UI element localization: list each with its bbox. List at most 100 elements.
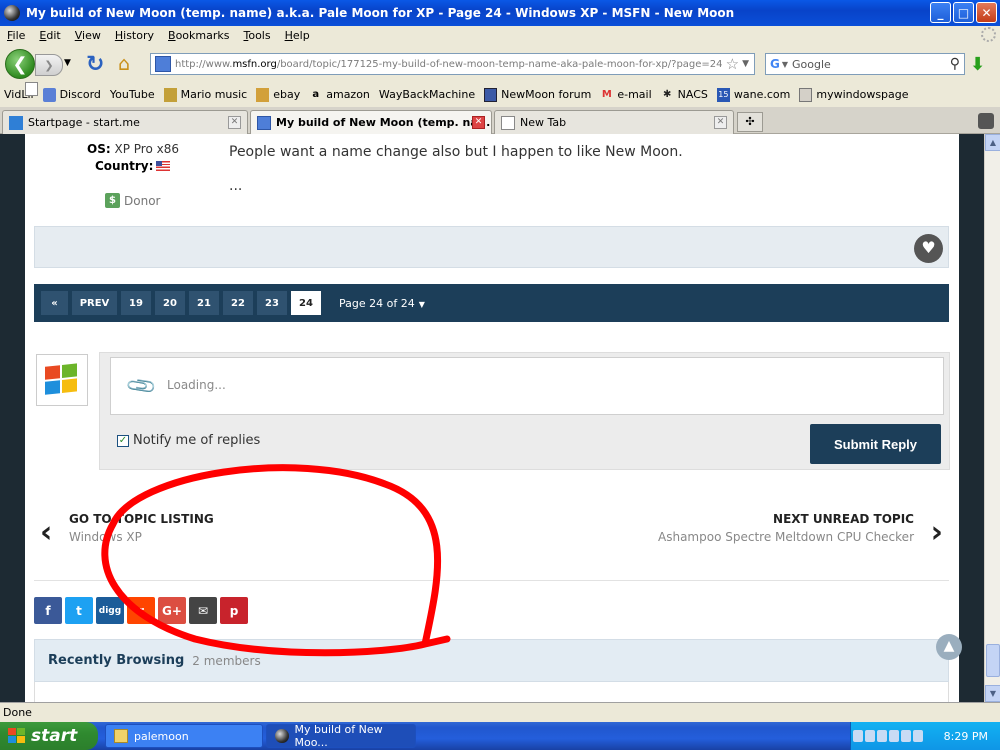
menu-file[interactable]: File	[0, 29, 32, 42]
throbber-icon	[981, 27, 996, 42]
forum-page: OS: XP Pro x86 Country: $ Donor People w…	[25, 134, 962, 702]
menu-edit[interactable]: Edit	[32, 29, 67, 42]
clock[interactable]: 8:29 PM	[944, 730, 988, 743]
googleplus-share-button[interactable]: G+	[158, 597, 186, 624]
bookmark-discord[interactable]: Discord	[42, 87, 101, 102]
tray-icon[interactable]	[889, 730, 899, 742]
pinterest-share-button[interactable]: p	[220, 597, 248, 624]
first-page-button[interactable]: «	[41, 291, 68, 315]
menu-help[interactable]: Help	[278, 29, 317, 42]
reload-icon[interactable]: ↻	[86, 52, 104, 77]
bookmark-amazon[interactable]: a amazon	[309, 88, 370, 102]
notify-checkbox[interactable]: ✓	[117, 434, 129, 447]
close-tab-icon[interactable]: ✕	[472, 116, 485, 129]
bookmark-waybackmachine[interactable]: WayBackMachine	[25, 82, 475, 101]
search-icon[interactable]: ⚲	[950, 56, 960, 72]
close-tab-icon[interactable]: ✕	[714, 116, 727, 129]
engine-dropdown-icon[interactable]: ▼	[782, 60, 788, 69]
like-heart-icon[interactable]: ♥	[914, 234, 943, 263]
go-to-topic-listing-link[interactable]: GO TO TOPIC LISTING Windows XP	[69, 512, 214, 544]
tray-icon[interactable]	[865, 730, 875, 742]
dollar-icon: $	[105, 193, 120, 208]
twitter-share-button[interactable]: t	[65, 597, 93, 624]
menu-bookmarks[interactable]: Bookmarks	[161, 29, 236, 42]
page-22-button[interactable]: 22	[223, 291, 253, 315]
close-window-button[interactable]: ✕	[976, 2, 997, 23]
bookmark-wane[interactable]: 15 wane.com	[716, 87, 790, 102]
search-engine-icon[interactable]: G	[770, 57, 780, 71]
page-23-button[interactable]: 23	[257, 291, 287, 315]
recently-browsing-header: Recently Browsing 2 members	[34, 639, 949, 682]
post-ellipsis: ...	[229, 178, 243, 194]
bookmark-mywindowspage[interactable]: mywindowspage	[799, 87, 909, 102]
forward-button[interactable]: ❯	[35, 54, 63, 76]
site-identity-icon[interactable]	[155, 56, 171, 72]
minimize-button[interactable]: _	[930, 2, 951, 23]
scroll-to-top-icon[interactable]: ▲	[936, 634, 962, 660]
notify-checkbox-row[interactable]: ✓ Notify me of replies	[117, 433, 260, 448]
menu-history[interactable]: History	[108, 29, 161, 42]
tab-startpage[interactable]: Startpage - start.me ✕	[2, 110, 248, 134]
search-bar[interactable]: G ▼ Google ⚲	[765, 53, 965, 75]
home-icon[interactable]: ⌂	[118, 53, 130, 75]
tab-list-icon[interactable]	[978, 113, 994, 129]
download-icon[interactable]: ⬇	[970, 54, 985, 75]
scroll-down-button[interactable]: ▼	[985, 685, 1000, 702]
page-21-button[interactable]: 21	[189, 291, 219, 315]
new-tab-button[interactable]: ✣	[737, 112, 763, 132]
wifi-signal-icon[interactable]	[913, 730, 923, 742]
submit-reply-button[interactable]: Submit Reply	[810, 424, 941, 464]
tray-icon[interactable]	[877, 730, 887, 742]
chevron-right-icon[interactable]: ›	[931, 515, 943, 550]
bookmark-ebay[interactable]: ebay	[256, 87, 300, 102]
avatar[interactable]	[36, 354, 88, 406]
search-input[interactable]: Google	[792, 58, 950, 71]
taskbar-item-palemoon[interactable]: palemoon	[105, 724, 263, 748]
url-dropdown-icon[interactable]: ▼	[742, 59, 749, 69]
taskbar-item-browser[interactable]: My build of New Moo...	[266, 723, 416, 749]
tray-icon[interactable]	[901, 730, 911, 742]
paperclip-icon[interactable]: 📎	[124, 369, 159, 403]
start-button[interactable]: start	[0, 722, 98, 750]
reply-area: 📎 Loading... ✓ Notify me of replies Subm…	[34, 352, 950, 470]
bookmark-youtube[interactable]: YouTube	[25, 82, 155, 101]
facebook-share-button[interactable]: f	[34, 597, 62, 624]
chevron-left-icon[interactable]: ‹	[40, 515, 52, 550]
bookmark-email[interactable]: Me-mail	[600, 88, 652, 102]
digg-share-button[interactable]: digg	[96, 597, 124, 624]
tab-newtab[interactable]: New Tab ✕	[494, 110, 734, 134]
bookmark-mario-music[interactable]: Mario music	[163, 87, 247, 102]
mario-icon	[163, 87, 177, 102]
url-bar[interactable]: http://www.msfn.org/board/topic/177125-m…	[150, 53, 755, 75]
folder-icon	[114, 729, 128, 743]
windows-logo-icon	[8, 728, 26, 744]
bookmark-star-icon[interactable]: ☆	[726, 55, 739, 73]
scroll-thumb[interactable]	[986, 644, 1000, 677]
email-share-button[interactable]: ✉	[189, 597, 217, 624]
tray-icon[interactable]	[853, 730, 863, 742]
wane-icon: 15	[716, 87, 730, 102]
history-dropdown-icon[interactable]: ▼	[64, 58, 71, 68]
prev-page-button[interactable]: PREV	[72, 291, 117, 315]
bookmark-nacs[interactable]: ✱ NACS	[661, 88, 708, 102]
page-24-current[interactable]: 24	[291, 291, 321, 315]
tab-msfn[interactable]: My build of New Moon (temp. na... ✕	[250, 110, 492, 134]
reddit-share-button[interactable]: r	[127, 597, 155, 624]
scroll-up-button[interactable]: ▲	[985, 134, 1000, 151]
menu-view[interactable]: View	[68, 29, 108, 42]
status-bar: Done	[0, 702, 1000, 722]
page-20-button[interactable]: 20	[155, 291, 185, 315]
url-text[interactable]: http://www.msfn.org/board/topic/177125-m…	[175, 59, 723, 70]
reply-editor[interactable]: 📎 Loading...	[110, 357, 944, 415]
menu-tools[interactable]: Tools	[236, 29, 277, 42]
bookmark-newmoon-forum[interactable]: NewMoon forum	[484, 87, 591, 102]
vertical-scrollbar[interactable]: ▲ ▼	[984, 134, 1000, 702]
page-19-button[interactable]: 19	[121, 291, 151, 315]
topic-navigation: ‹ GO TO TOPIC LISTING Windows XP NEXT UN…	[34, 512, 949, 572]
close-tab-icon[interactable]: ✕	[228, 116, 241, 129]
page-jump-dropdown[interactable]: Page 24 of 24 ▼	[339, 297, 425, 310]
maximize-button[interactable]: □	[953, 2, 974, 23]
back-button[interactable]: ❮	[5, 49, 35, 79]
system-tray: 8:29 PM	[850, 722, 1000, 750]
next-unread-topic-link[interactable]: NEXT UNREAD TOPIC Ashampoo Spectre Meltd…	[658, 512, 914, 544]
